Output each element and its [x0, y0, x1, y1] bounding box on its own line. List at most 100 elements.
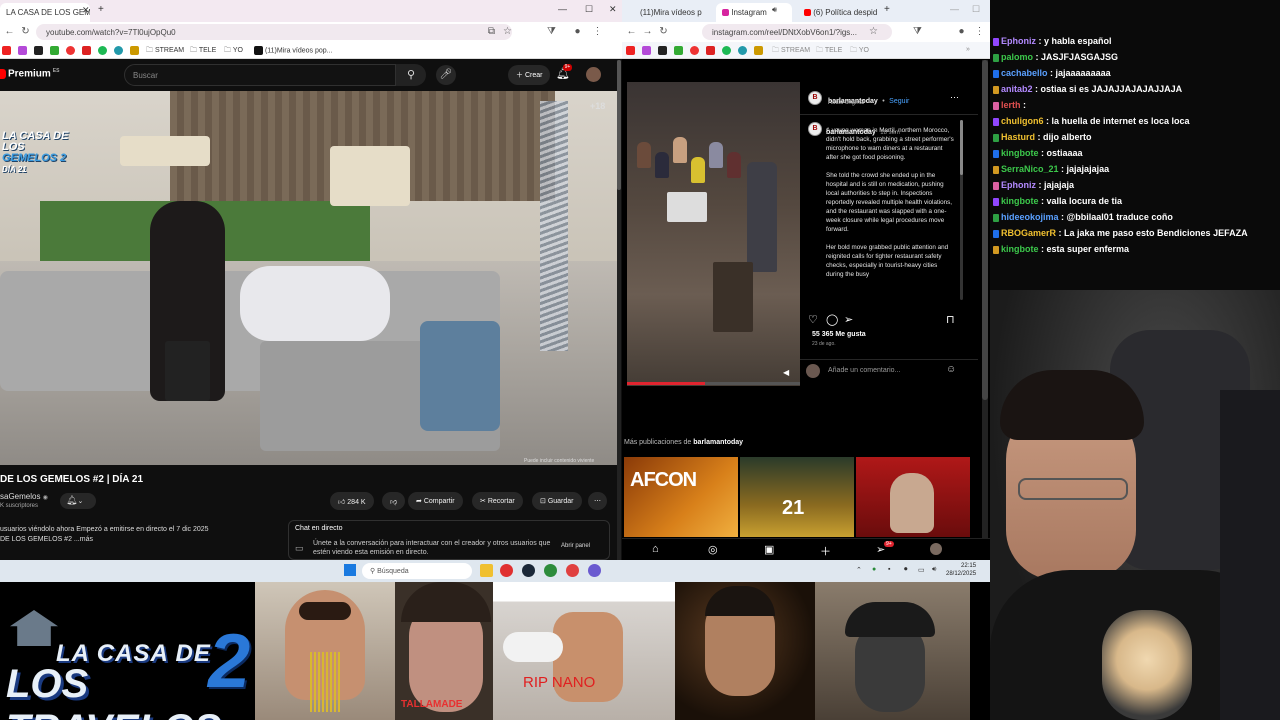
chat-username[interactable]: cachabello: [1001, 68, 1048, 78]
app-icon[interactable]: [544, 564, 557, 577]
post-thumbnail[interactable]: 21: [740, 457, 854, 537]
new-tab-button[interactable]: +: [884, 4, 890, 15]
share-send-icon[interactable]: ➢: [844, 313, 853, 326]
back-icon[interactable]: ←: [4, 26, 15, 37]
chat-username[interactable]: Ephoniz: [1001, 36, 1036, 46]
chat-username[interactable]: lerth: [1001, 100, 1021, 110]
bookmark-folder-stream[interactable]: 🗀 STREAM: [772, 46, 810, 57]
chat-username[interactable]: Hasturd: [1001, 132, 1035, 142]
chat-username[interactable]: Ephoniz: [1001, 180, 1036, 190]
likes-count[interactable]: 55 365 Me gusta: [812, 331, 866, 338]
channel-name[interactable]: saGemelos ◉: [0, 492, 48, 501]
chat-username[interactable]: kingbote: [1001, 148, 1039, 158]
bookmark-icon[interactable]: [722, 46, 731, 55]
scrollbar[interactable]: [982, 60, 988, 538]
post-thumbnail[interactable]: [856, 457, 970, 537]
forward-icon[interactable]: →: [642, 26, 653, 37]
file-explorer-icon[interactable]: [480, 564, 493, 577]
volume-icon[interactable]: 🔊︎: [932, 566, 936, 574]
bookmark-folder-yo[interactable]: 🗀 YO: [224, 46, 243, 57]
save-button[interactable]: ⊡ Guardar: [532, 492, 582, 510]
avatar[interactable]: B: [808, 91, 822, 105]
avatar[interactable]: [930, 543, 942, 555]
bookmark-folder-yo[interactable]: 🗀 YO: [850, 46, 869, 57]
bookmark-icon[interactable]: [754, 46, 763, 55]
emoji-icon[interactable]: ☺: [946, 364, 956, 375]
install-icon[interactable]: ⧉: [486, 26, 497, 37]
chat-username[interactable]: chuligon6: [1001, 116, 1044, 126]
bookmark-icon[interactable]: [674, 46, 683, 55]
chat-username[interactable]: SerraNico_21: [1001, 164, 1059, 174]
menu-dots-icon[interactable]: ⋮: [974, 26, 985, 37]
tray-app-icon[interactable]: ●: [872, 566, 876, 573]
back-icon[interactable]: ←: [626, 26, 637, 37]
tab-youtube-politica[interactable]: (6) Política despid: [798, 3, 882, 22]
bookmark-star-icon[interactable]: ☆: [868, 26, 879, 37]
bookmark-icon[interactable]: [2, 46, 11, 55]
subscription-bell-button[interactable]: 🔔︎⌄: [60, 493, 96, 509]
bookmark-star-icon[interactable]: ☆: [502, 26, 513, 37]
avatar[interactable]: [586, 67, 601, 82]
extensions-icon[interactable]: ⧩: [546, 26, 557, 37]
create-post-icon[interactable]: ＋: [820, 543, 831, 559]
url-field[interactable]: youtube.com/watch?v=7Tl0ujOpQu0: [36, 24, 512, 40]
tab-instagram[interactable]: Instagram: [716, 3, 792, 22]
scrollbar-thumb[interactable]: [617, 60, 621, 190]
taskbar-clock[interactable]: 22:15 28/12/2025: [946, 562, 976, 578]
bookmark-icon[interactable]: [642, 46, 651, 55]
sound-icon[interactable]: ◀︎: [783, 368, 789, 377]
bookmark-folder-tele[interactable]: 🗀 TELE: [190, 46, 216, 57]
tab-youtube[interactable]: LA CASA DE LOS GEMELOS: [0, 3, 90, 22]
save-bookmark-icon[interactable]: ⊓: [946, 313, 955, 326]
maximize-icon[interactable]: ☐: [972, 4, 980, 15]
audio-link[interactable]: Audio original: [828, 100, 864, 106]
menu-dots-icon[interactable]: ⋮: [592, 26, 603, 37]
bookmark-icon[interactable]: [690, 46, 699, 55]
bookmark-icon[interactable]: [18, 46, 27, 55]
audio-playing-icon[interactable]: 🔊︎: [772, 5, 777, 15]
bookmark-icon[interactable]: [34, 46, 43, 55]
share-button[interactable]: ➦ Compartir: [408, 492, 463, 510]
bookmark-icon[interactable]: [66, 46, 75, 55]
home-icon[interactable]: ⌂: [652, 543, 659, 555]
chat-username[interactable]: kingbote: [1001, 196, 1039, 206]
more-bookmarks-icon[interactable]: »: [966, 46, 970, 53]
tab-tiktok[interactable]: (11)Mira vídeos p: [634, 3, 714, 22]
chrome-icon[interactable]: [566, 564, 579, 577]
comment-input[interactable]: Añade un comentario...: [828, 367, 900, 374]
scrollbar-thumb[interactable]: [960, 120, 963, 175]
scrollbar[interactable]: [617, 60, 621, 560]
bookmark-icon[interactable]: [130, 46, 139, 55]
bookmark-icon[interactable]: [82, 46, 91, 55]
avatar[interactable]: B: [808, 122, 822, 136]
more-posts-username[interactable]: barlamantoday: [693, 439, 743, 446]
url-field[interactable]: instagram.com/reel/DNtXobV6on1/?igs...: [702, 24, 892, 40]
profile-icon[interactable]: ●: [572, 26, 583, 37]
video-player[interactable]: LA CASA DE LOS GEMELOS 2 DÍA 21 +18 Pued…: [0, 91, 618, 465]
search-icon[interactable]: ⚲: [396, 64, 426, 86]
new-tab-button[interactable]: +: [98, 4, 104, 15]
bookmark-icon[interactable]: [98, 46, 107, 55]
tray-chevron-icon[interactable]: ⌃: [856, 566, 862, 574]
taskbar-search[interactable]: ⚲ Búsqueda: [362, 563, 472, 579]
bookmark-icon[interactable]: [50, 46, 59, 55]
reel-progress-bar[interactable]: [627, 382, 800, 385]
steam-icon[interactable]: [522, 564, 535, 577]
follow-button[interactable]: Seguir: [889, 98, 909, 105]
bookmark-icon[interactable]: [738, 46, 747, 55]
reels-icon[interactable]: ▣: [764, 543, 774, 556]
create-button[interactable]: ＋ Crear: [508, 65, 551, 85]
tray-app-icon[interactable]: ▪: [888, 566, 890, 573]
microphone-icon[interactable]: 🎤︎: [436, 65, 456, 85]
chat-username[interactable]: anitab2: [1001, 84, 1033, 94]
reload-icon[interactable]: ↻: [658, 26, 669, 37]
bookmark-icon[interactable]: [706, 46, 715, 55]
reel-video[interactable]: ◀︎: [627, 82, 800, 386]
maximize-icon[interactable]: ☐: [585, 4, 593, 15]
bookmark-icon[interactable]: [114, 46, 123, 55]
chat-username[interactable]: palomo: [1001, 52, 1033, 62]
more-actions-button[interactable]: ⋯: [588, 492, 607, 510]
app-icon[interactable]: [588, 564, 601, 577]
chat-username[interactable]: RBOGamerR: [1001, 228, 1056, 238]
post-thumbnail[interactable]: AFCON: [624, 457, 738, 537]
